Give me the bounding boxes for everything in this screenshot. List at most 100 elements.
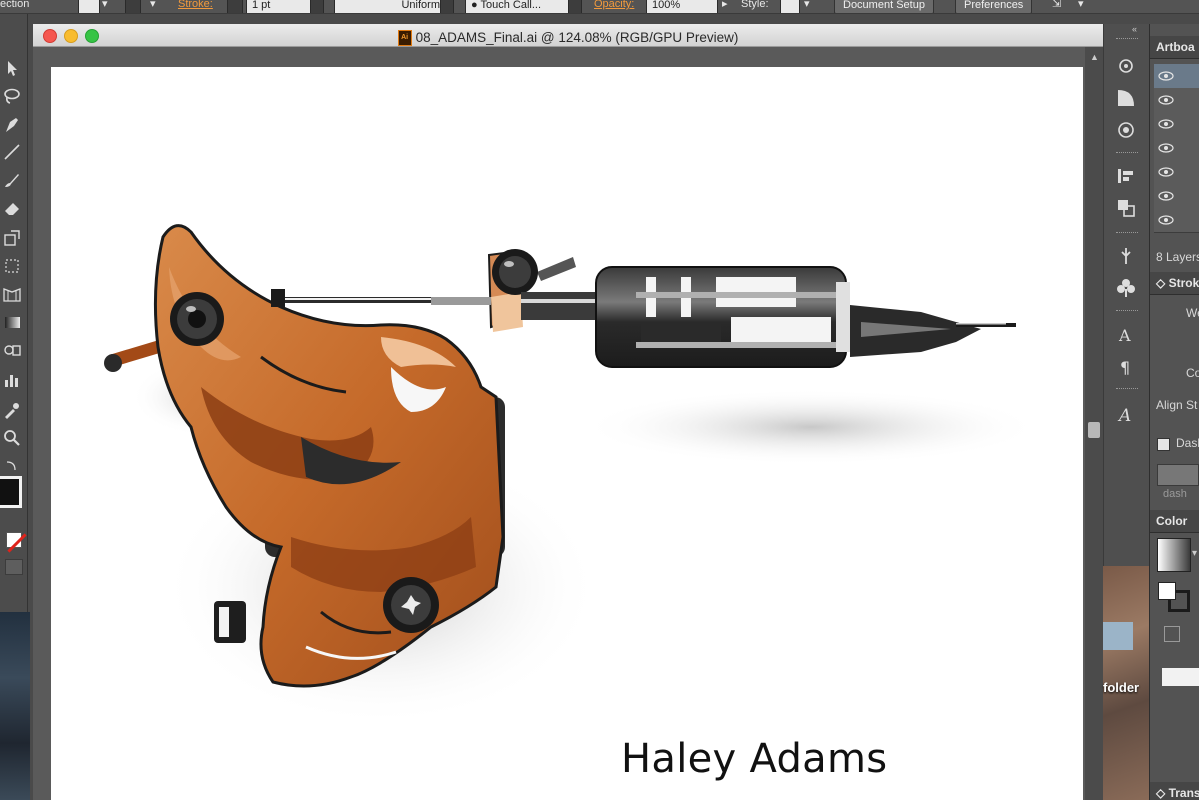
layer-row[interactable] (1154, 184, 1199, 209)
folder-label[interactable]: folder (1103, 680, 1139, 695)
eye-icon[interactable] (1158, 142, 1174, 154)
opacity-field[interactable]: 100% (646, 0, 718, 13)
line-tool-icon[interactable] (2, 142, 22, 162)
artboards-panel-tab[interactable]: Artboa (1150, 36, 1199, 59)
layer-row[interactable] (1154, 208, 1199, 233)
weight-label: We (1186, 306, 1199, 320)
draw-mode-icon[interactable] (5, 559, 23, 575)
blend-tool-icon[interactable] (2, 340, 22, 360)
eye-icon[interactable] (1158, 190, 1174, 202)
align-stroke-label: Align St (1156, 398, 1198, 412)
brush-tool-icon[interactable] (2, 170, 22, 190)
perspective-grid-tool-icon[interactable] (2, 284, 22, 304)
artboard[interactable]: Haley Adams (51, 67, 1083, 800)
stroke-label[interactable]: Stroke: (178, 0, 213, 12)
close-button[interactable] (43, 29, 57, 43)
symbols-icon[interactable] (1114, 54, 1138, 78)
layer-row[interactable] (1154, 136, 1199, 161)
none-swatch-icon[interactable] (6, 532, 27, 553)
free-transform-tool-icon[interactable] (2, 256, 22, 276)
preferences-button[interactable]: Preferences (955, 0, 1033, 13)
canvas-area[interactable]: Haley Adams (33, 47, 1085, 800)
pen-tool-icon[interactable] (2, 114, 22, 134)
style-dropdown-icon[interactable]: ▾ (804, 0, 810, 12)
arrange-documents-icon[interactable]: ⇲ (1052, 0, 1061, 12)
svg-text:A: A (1117, 406, 1131, 426)
document-setup-button[interactable]: Document Setup (834, 0, 934, 13)
eyedropper-tool-icon[interactable] (2, 400, 22, 420)
cap-label: Co (1186, 366, 1199, 380)
eye-icon[interactable] (1158, 94, 1174, 106)
selection-tool-icon[interactable] (2, 58, 22, 78)
lasso-tool-icon[interactable] (2, 86, 22, 106)
stroke-panel-tab[interactable]: ◇ Stroke (1150, 272, 1199, 295)
style-swatch[interactable] (780, 0, 800, 13)
paragraph-icon[interactable]: ¶ (1114, 354, 1138, 378)
column-graph-tool-icon[interactable] (2, 370, 22, 390)
folder-icon[interactable] (1103, 622, 1133, 650)
stroke-stepper[interactable] (227, 0, 243, 13)
graphic-styles-icon[interactable] (1114, 86, 1138, 110)
fill-dropdown-icon[interactable]: ▾ (102, 0, 108, 12)
opacity-label[interactable]: Opacity: (594, 0, 634, 12)
opacity-arrow-icon[interactable]: ▸ (722, 0, 728, 12)
svg-text:A: A (1118, 326, 1131, 345)
eye-icon[interactable] (1158, 166, 1174, 178)
variable-width-profile[interactable]: Uniform (334, 0, 446, 13)
profile-dropdown-icon[interactable] (440, 0, 454, 13)
eye-icon[interactable] (1158, 118, 1174, 130)
color-spectrum[interactable] (1162, 668, 1199, 686)
document-window: Ai 08_ADAMS_Final.ai @ 124.08% (RGB/GPU … (33, 24, 1103, 800)
layer-row[interactable] (1154, 64, 1199, 89)
minimize-button[interactable] (64, 29, 78, 43)
color-guide-icon[interactable] (1164, 626, 1180, 642)
swap-fill-stroke-icon[interactable] (2, 456, 22, 471)
layer-row[interactable] (1154, 88, 1199, 113)
zoom-button[interactable] (85, 29, 99, 43)
dash-field[interactable] (1157, 464, 1199, 486)
dock-grip-2 (1116, 152, 1138, 156)
desktop-background-right: folder (1103, 566, 1149, 800)
eye-icon[interactable] (1158, 70, 1174, 82)
scroll-up-icon[interactable]: ▲ (1090, 52, 1099, 62)
appearance-icon[interactable] (1114, 118, 1138, 142)
pathfinder-icon[interactable] (1114, 196, 1138, 220)
dock-grip-3 (1116, 232, 1138, 236)
dock-grip[interactable] (1116, 38, 1138, 42)
layer-row[interactable] (1154, 112, 1199, 137)
artist-name-text[interactable]: Haley Adams (621, 736, 887, 782)
dashed-line-checkbox[interactable] (1157, 438, 1170, 451)
stroke-swatch[interactable] (125, 0, 141, 13)
fill-color-icon[interactable] (1158, 582, 1176, 600)
gradient-swatch[interactable] (1157, 538, 1191, 572)
eye-icon[interactable] (1158, 214, 1174, 226)
brush-definition[interactable]: ● Touch Call... (465, 0, 572, 13)
transform-panel-tab[interactable]: ◇ Trans (1150, 782, 1199, 800)
vertical-scrollbar[interactable]: ▲ (1085, 47, 1103, 800)
color-panel-tab[interactable]: Color (1150, 510, 1199, 533)
gradient-tool-icon[interactable] (2, 312, 22, 332)
brush-dropdown-icon[interactable] (568, 0, 582, 13)
fill-swatch[interactable] (78, 0, 100, 13)
scroll-thumb[interactable] (1088, 422, 1100, 438)
layers-count: 8 Layers (1156, 250, 1199, 264)
opentype-icon[interactable]: A (1114, 402, 1138, 426)
workspace-dropdown-icon[interactable]: ▾ (1078, 0, 1084, 12)
align-icon[interactable] (1114, 164, 1138, 188)
stroke-weight-dropdown-icon[interactable] (310, 0, 324, 13)
stroke-dropdown-icon[interactable]: ▾ (150, 0, 156, 12)
character-icon[interactable]: A (1114, 322, 1138, 346)
club-symbol-icon[interactable] (1114, 276, 1138, 300)
fill-stroke-swatch[interactable] (0, 476, 22, 508)
swatch-dropdown-icon[interactable]: ▾ (1192, 548, 1197, 559)
eraser-tool-icon[interactable] (2, 198, 22, 218)
tattoo-machine-illustration[interactable] (51, 67, 1083, 800)
layer-row[interactable] (1154, 160, 1199, 185)
rotate-tool-icon[interactable] (2, 228, 22, 248)
desktop-background (0, 612, 30, 800)
zoom-tool-icon[interactable] (2, 428, 22, 448)
stroke-weight-field[interactable]: 1 pt (246, 0, 318, 13)
brushes-icon[interactable] (1114, 244, 1138, 268)
document-titlebar[interactable]: Ai 08_ADAMS_Final.ai @ 124.08% (RGB/GPU … (33, 24, 1103, 47)
collapse-panels-icon[interactable]: « (1132, 24, 1137, 34)
